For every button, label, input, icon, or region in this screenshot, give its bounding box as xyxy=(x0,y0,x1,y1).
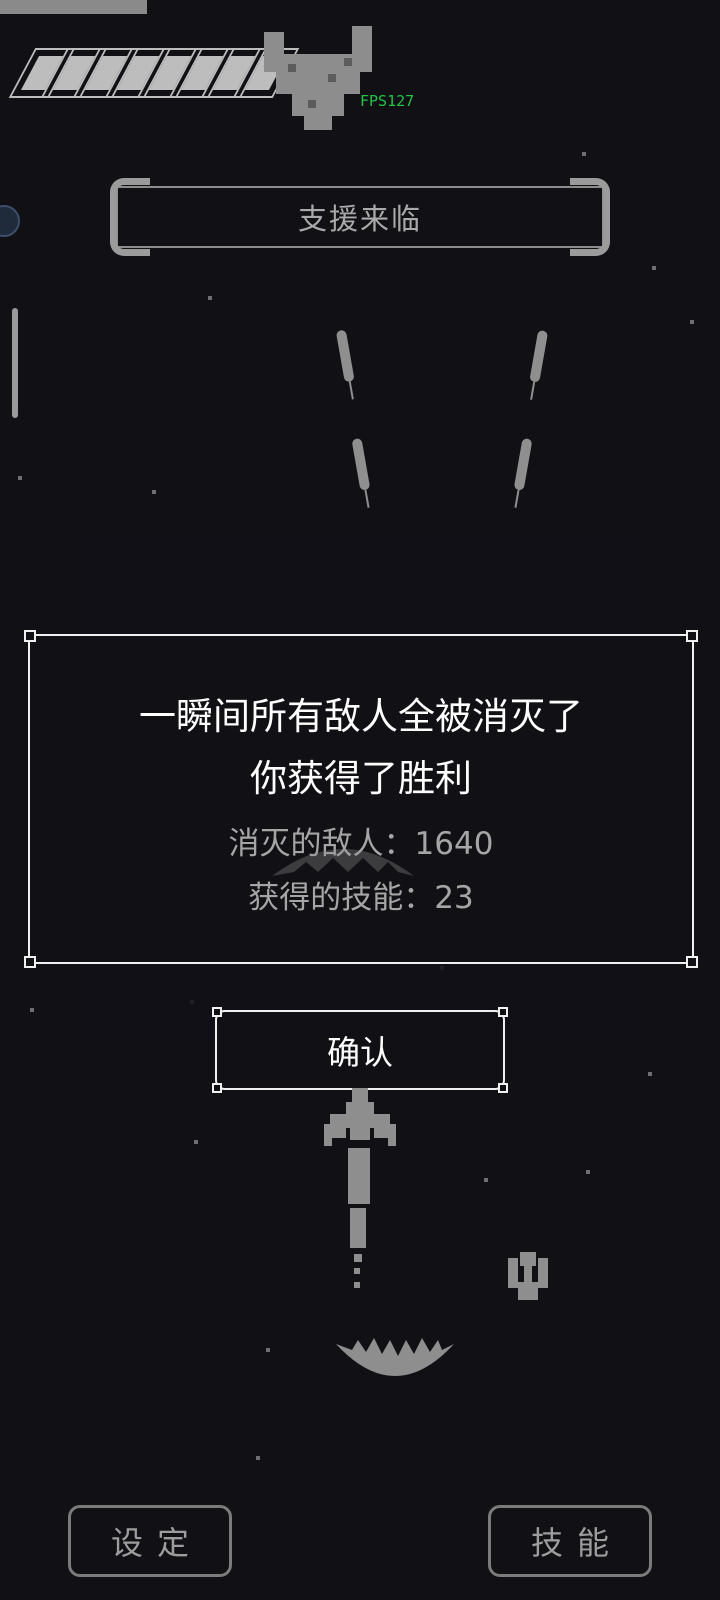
star xyxy=(484,1178,488,1182)
top-progress-stub xyxy=(0,0,147,14)
star xyxy=(648,1072,652,1076)
star xyxy=(256,1456,260,1460)
player-ship-sprite xyxy=(324,1088,396,1288)
enemy-crescent-sprite xyxy=(336,1338,454,1376)
confirm-button-label: 确认 xyxy=(327,1033,393,1072)
side-avatar-icon[interactable] xyxy=(0,205,20,237)
dialog-corner xyxy=(24,956,36,968)
support-drone-sprite xyxy=(508,1252,548,1300)
dialog-corner xyxy=(686,630,698,642)
health-bar xyxy=(8,48,300,98)
settings-button-label: 设定 xyxy=(110,1524,203,1562)
star xyxy=(208,296,212,300)
star xyxy=(586,1170,590,1174)
confirm-button[interactable]: 确认 xyxy=(212,1007,508,1093)
button-corner xyxy=(498,1007,508,1017)
victory-message-line2: 你获得了胜利 xyxy=(250,757,472,800)
star xyxy=(152,490,156,494)
button-corner xyxy=(212,1083,222,1093)
star xyxy=(18,476,22,480)
button-corner xyxy=(212,1007,222,1017)
button-corner xyxy=(498,1083,508,1093)
star xyxy=(690,320,694,324)
star xyxy=(30,1008,34,1012)
enemy-sprite-faded xyxy=(272,849,414,876)
victory-message-line1: 一瞬间所有敌人全被消灭了 xyxy=(139,695,583,738)
fps-counter: FPS127 xyxy=(360,92,415,110)
skills-button[interactable]: 技能 xyxy=(488,1505,652,1577)
event-banner: 支援来临 xyxy=(110,178,610,256)
dialog-corner xyxy=(686,956,698,968)
settings-button[interactable]: 设定 xyxy=(68,1505,232,1577)
missiles xyxy=(336,330,548,508)
dialog-corner xyxy=(24,630,36,642)
star xyxy=(194,1140,198,1144)
skills-button-label: 技能 xyxy=(530,1524,623,1562)
boss-sprite xyxy=(264,26,372,130)
side-scroll-indicator xyxy=(12,308,18,418)
banner-label: 支援来临 xyxy=(297,202,422,236)
star xyxy=(652,266,656,270)
star xyxy=(582,152,586,156)
victory-dialog: 一瞬间所有敌人全被消灭了 你获得了胜利 消灭的敌人：1640 获得的技能：23 xyxy=(24,630,698,968)
star xyxy=(266,1348,270,1352)
